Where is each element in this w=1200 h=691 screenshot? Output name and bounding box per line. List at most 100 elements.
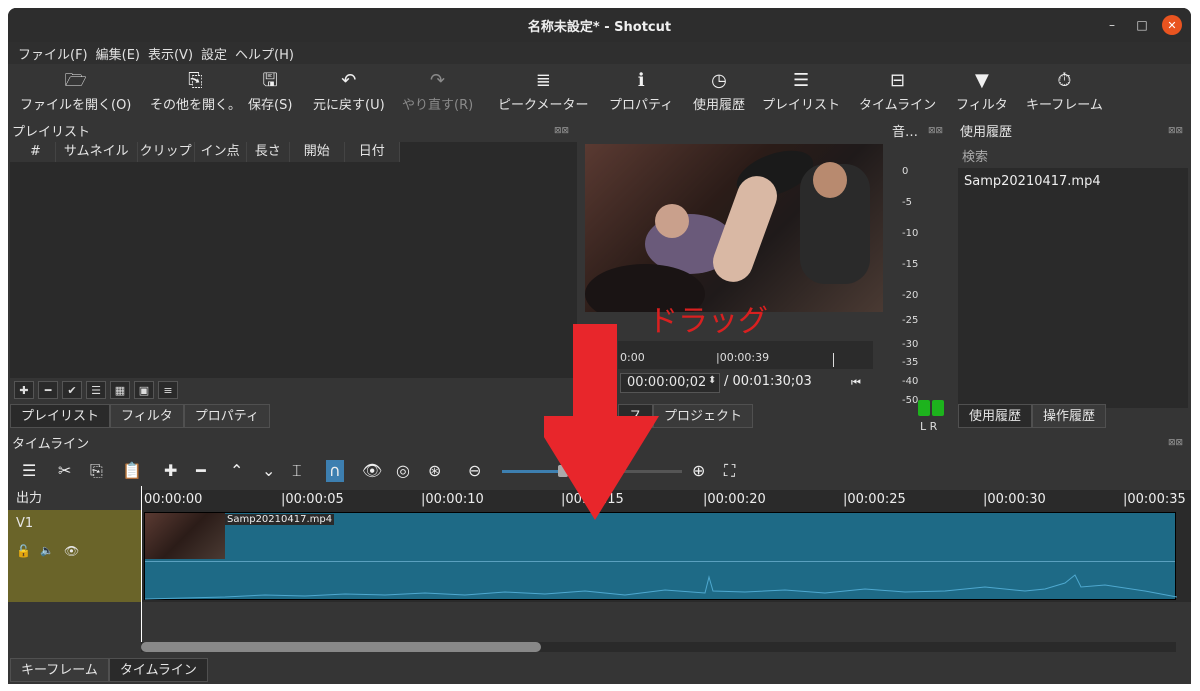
ruler-10: |00:00:10	[421, 492, 484, 507]
menu-view[interactable]: 表示(V)	[148, 44, 193, 63]
remove-icon[interactable]: ━	[196, 460, 206, 482]
col-clip[interactable]: クリップ	[138, 142, 195, 162]
undo-icon: ↶	[341, 70, 357, 91]
timeline-float-icon[interactable]: ⊠⊠	[1168, 438, 1183, 448]
timeline-button[interactable]: ⊟ タイムライン	[859, 68, 936, 113]
tab-playlist[interactable]: プレイリスト	[10, 404, 111, 428]
track-header-v1[interactable]: V1 🔓 🔈 👁	[8, 510, 141, 602]
menu-icon[interactable]: ≡	[158, 381, 178, 399]
zoom-fit-icon[interactable]: ⛶	[724, 460, 735, 482]
col-number[interactable]: #	[10, 142, 56, 162]
meter-0: 0	[902, 166, 909, 177]
copy-icon[interactable]: ⎘	[90, 460, 103, 482]
tab-keyframes[interactable]: キーフレーム	[10, 658, 109, 682]
meter-float-icon[interactable]: ⊠⊠	[928, 126, 943, 136]
timeline-ruler[interactable]: 00:00:00 |00:00:05 |00:00:10 |00:00:15 |…	[141, 490, 1191, 510]
split-icon[interactable]: ⌶	[292, 460, 302, 482]
scrollbar-thumb[interactable]	[141, 642, 541, 652]
tab-recent[interactable]: 使用履歴	[958, 404, 1033, 428]
minimize-button[interactable]: –	[1102, 15, 1122, 35]
properties-label: プロパティ	[609, 98, 674, 113]
save-button[interactable]: 🖫 保存(S)	[248, 68, 292, 113]
ruler-35: |00:00:35	[1123, 492, 1186, 507]
menu-file[interactable]: ファイル(F)	[18, 44, 88, 63]
audio-waveform	[145, 574, 1177, 600]
tab-filter[interactable]: フィルタ	[110, 404, 184, 428]
append-icon[interactable]: ✚	[164, 460, 177, 482]
open-file-button[interactable]: 🗁 ファイルを開く(O)	[20, 68, 131, 113]
info-icon: ℹ	[637, 70, 645, 91]
menu-help[interactable]: ヘルプ(H)	[235, 44, 294, 63]
undo-button[interactable]: ↶ 元に戻す(U)	[313, 68, 385, 113]
menu-bar: ファイル(F) 編集(E) 表示(V) 設定 ヘルプ(H)	[8, 42, 1191, 64]
redo-button[interactable]: ↷ やり直す(R)	[402, 68, 473, 113]
title-bar: 名称未設定* - Shotcut – □ ✕	[8, 8, 1191, 42]
col-thumbnail[interactable]: サムネイル	[56, 142, 138, 162]
minus-icon[interactable]: ━	[38, 381, 58, 399]
lock-icon[interactable]: 🔓	[16, 544, 31, 558]
plus-icon[interactable]: ✚	[14, 381, 34, 399]
col-date[interactable]: 日付	[345, 142, 400, 162]
lift-icon[interactable]: ⌃	[230, 460, 243, 482]
col-duration[interactable]: 長さ	[247, 142, 290, 162]
timeline-scrollbar[interactable]	[141, 642, 1176, 652]
eye-icon[interactable]: 👁	[64, 544, 79, 558]
recent-search-input[interactable]: 検索	[958, 148, 1188, 168]
ruler-0: 00:00:00	[141, 492, 202, 508]
recent-list[interactable]	[958, 158, 1188, 408]
list-icon: ☰	[792, 70, 810, 91]
recent-float-icon[interactable]: ⊠⊠	[1168, 126, 1183, 136]
meter-15: -15	[902, 259, 919, 270]
zoom-in-icon[interactable]: ⊕	[692, 460, 705, 482]
tab-properties[interactable]: プロパティ	[183, 404, 270, 428]
check-icon[interactable]: ✔	[62, 381, 82, 399]
list-view-icon[interactable]: ☰	[86, 381, 106, 399]
dock-float-icon[interactable]: ⊠⊠	[554, 126, 569, 136]
ripple-icon[interactable]: ◎	[396, 460, 410, 482]
bottom-tabs: キーフレーム タイムライン	[10, 658, 208, 682]
timeline-menu-icon[interactable]: ☰	[22, 460, 36, 482]
col-start[interactable]: 開始	[290, 142, 345, 162]
tab-project[interactable]: プロジェクト	[653, 404, 754, 428]
keyframes-button[interactable]: ⏱ キーフレーム	[1026, 68, 1103, 113]
grid-view-icon[interactable]: ▦	[110, 381, 130, 399]
playlist-button[interactable]: ☰ プレイリスト	[762, 68, 840, 113]
cut-icon[interactable]: ✂	[58, 460, 71, 482]
menu-edit[interactable]: 編集(E)	[96, 44, 140, 63]
video-preview[interactable]	[585, 144, 883, 312]
mute-icon[interactable]: 🔈	[40, 544, 54, 557]
peak-meter-label: ピークメーター	[498, 98, 589, 113]
overwrite-icon[interactable]: ⌄	[262, 460, 275, 482]
undo-label: 元に戻す(U)	[313, 98, 385, 113]
meter-20: -20	[902, 290, 919, 301]
recent-item[interactable]: Samp20210417.mp4	[964, 174, 1101, 189]
snap-icon[interactable]: ∩	[326, 460, 344, 482]
ripple-all-icon[interactable]: ⊛	[428, 460, 441, 482]
close-button[interactable]: ✕	[1162, 15, 1182, 35]
recent-button[interactable]: ◷ 使用履歴	[693, 68, 745, 113]
meter-10: -10	[902, 228, 919, 239]
menu-settings[interactable]: 設定	[201, 44, 227, 63]
maximize-button[interactable]: □	[1132, 15, 1152, 35]
icon-view-icon[interactable]: ▣	[134, 381, 154, 399]
properties-button[interactable]: ℹ プロパティ	[609, 68, 673, 113]
time-spin-icon[interactable]: ⬍	[708, 375, 716, 386]
playlist-list[interactable]	[10, 142, 577, 378]
open-other-button[interactable]: ⎘ その他を開く。	[150, 68, 241, 113]
audio-meter: 0 -5 -10 -15 -20 -25 -30 -35 -40 -50 L R	[890, 142, 952, 433]
peak-meter-button[interactable]: ≣ ピークメーター	[498, 68, 588, 113]
playlist-buttons: ✚ ━ ✔ ☰ ▦ ▣ ≡	[14, 381, 178, 399]
skip-start-icon[interactable]: ⏮	[851, 376, 861, 390]
clip-name: Samp20210417.mp4	[225, 514, 335, 525]
paste-icon[interactable]: 📋	[122, 460, 142, 482]
col-in[interactable]: イン点	[195, 142, 247, 162]
tab-history[interactable]: 操作履歴	[1032, 404, 1107, 428]
playhead[interactable]	[141, 486, 142, 648]
zoom-out-icon[interactable]: ⊖	[468, 460, 481, 482]
save-label: 保存(S)	[248, 98, 293, 113]
timeline-clip[interactable]: Samp20210417.mp4	[144, 512, 1177, 600]
ruler-5: |00:00:05	[281, 492, 344, 507]
tab-timeline[interactable]: タイムライン	[108, 658, 208, 682]
filter-button[interactable]: ▼ フィルタ	[956, 68, 1008, 113]
scrub-icon[interactable]: 👁	[362, 460, 382, 482]
